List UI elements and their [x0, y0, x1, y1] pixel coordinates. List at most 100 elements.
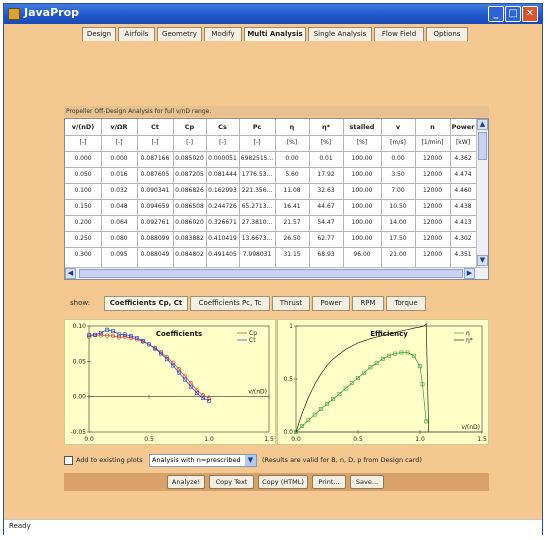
table-cell: 4.362: [454, 155, 472, 162]
table-cell: 0.087205: [175, 171, 204, 178]
row-divider: [65, 167, 476, 168]
column-divider: [173, 119, 174, 267]
plot-tab-thrust[interactable]: Thrust: [272, 296, 310, 311]
horizontal-scroll-thumb[interactable]: [79, 269, 463, 278]
table-cell: 0.300: [74, 251, 92, 258]
unit-cell: [-]: [186, 139, 193, 146]
status-text: Ready: [9, 522, 31, 530]
plot-tab-rpm[interactable]: RPM: [352, 296, 384, 311]
table-cell: 16.41: [283, 203, 301, 210]
x-tick-label: 1.5: [477, 436, 487, 443]
tab-flow-field[interactable]: Flow Field: [374, 27, 424, 41]
table-cell: 0.080: [110, 235, 128, 242]
scroll-down-icon[interactable]: ▼: [477, 255, 488, 266]
tab-modify[interactable]: Modify: [204, 27, 242, 41]
validity-note: (Results are valid for B, n, D, p from D…: [262, 456, 422, 464]
plot-frame: [88, 325, 270, 433]
minimize-button[interactable]: _: [488, 6, 504, 22]
analysis-mode-select[interactable]: Analysis with n=prescribed ▼: [149, 454, 257, 467]
tab-options[interactable]: Options: [426, 27, 468, 41]
copy-text-button[interactable]: Copy Text: [209, 475, 254, 489]
unit-cell: [%]: [356, 139, 368, 146]
table-cell: 65.2713...: [241, 203, 273, 210]
scroll-up-icon[interactable]: ▲: [477, 119, 488, 130]
table-cell: 0.087166: [140, 155, 170, 162]
scroll-right-icon[interactable]: ▶: [464, 268, 475, 279]
table-cell: 100.00: [351, 155, 373, 162]
plot-tab-pc-tc[interactable]: Coefficients Pc, Tc: [190, 296, 270, 311]
efficiency-chart: 0.0 0.5 1.0 1.5 1 0.5 0.0 Efficiency v/(nD) η η*: [277, 319, 489, 445]
table-cell: 21.00: [389, 251, 407, 258]
table-cell: 32.63: [317, 187, 335, 194]
plot-tab-torque[interactable]: Torque: [386, 296, 426, 311]
table-cell: 62.77: [317, 235, 335, 242]
table-cell: 1776.53...: [241, 171, 273, 178]
table-cell: 0.016: [110, 171, 128, 178]
add-to-plots-checkbox[interactable]: [64, 456, 73, 465]
table-cell: 0.326671: [208, 219, 237, 226]
unit-cell: [1/min]: [421, 139, 444, 146]
tab-geometry[interactable]: Geometry: [157, 27, 202, 41]
tab-airfoils[interactable]: Airfoils: [118, 27, 155, 41]
table-cell: 0.095: [110, 251, 128, 258]
table-cell: 100.00: [351, 187, 373, 194]
table-cell: 4.413: [454, 219, 472, 226]
table-cell: 0.050: [74, 171, 92, 178]
table-cell: 12000: [422, 155, 443, 162]
table-cell: 0.250: [74, 235, 92, 242]
plot-tab-power[interactable]: Power: [312, 296, 350, 311]
tab-multi-analysis[interactable]: Multi Analysis: [244, 27, 306, 41]
column-divider: [275, 119, 276, 267]
chevron-down-icon[interactable]: ▼: [245, 455, 256, 466]
status-bar: Ready: [4, 519, 542, 535]
table-cell: 4.351: [454, 251, 472, 258]
x-axis-label: v/(nD): [461, 424, 480, 431]
action-button-bar: Analyze! Copy Text Copy (HTML) Print... …: [64, 473, 489, 491]
table-cell: 17.50: [389, 235, 407, 242]
table-cell: 4.474: [454, 171, 472, 178]
unit-cell: [%]: [286, 139, 298, 146]
multi-analysis-panel: Propeller Off-Design Analysis for full v…: [4, 41, 542, 519]
tab-single-analysis[interactable]: Single Analysis: [308, 27, 372, 41]
table-cell: 100.00: [351, 235, 373, 242]
row-divider: [65, 135, 476, 136]
table-cell: 12000: [422, 203, 443, 210]
y-tick-label: -0.05: [70, 429, 86, 436]
column-divider: [381, 119, 382, 267]
table-cell: 0.092761: [140, 219, 170, 226]
tab-design[interactable]: Design: [82, 27, 116, 41]
table-cell: 100.00: [351, 171, 373, 178]
row-divider: [65, 183, 476, 184]
series-line-η: [295, 352, 427, 433]
table-cell: 0.081444: [208, 171, 237, 178]
vertical-scroll-thumb[interactable]: [478, 132, 487, 160]
y-tick-label: 0.00: [73, 394, 87, 401]
table-cell: 0.410419: [208, 235, 237, 242]
table-cell: 10.50: [389, 203, 407, 210]
column-divider: [450, 119, 451, 267]
title-bar[interactable]: JavaProp _ □ ✕: [4, 4, 542, 24]
table-cell: 6982515...: [240, 155, 274, 162]
results-table[interactable]: v/(nD) v/ΩR Ct Cp Cs Pc η η* stalled v n Power [-] [-…: [64, 118, 489, 280]
y-tick-label: 1: [289, 323, 293, 330]
column-header: stalled: [349, 123, 375, 131]
unit-cell: [kW]: [455, 139, 471, 146]
print-button[interactable]: Print...: [312, 475, 346, 489]
horizontal-scrollbar[interactable]: ◀ ▶: [65, 267, 488, 279]
vertical-scrollbar[interactable]: ▲ ▼: [476, 119, 488, 267]
table-cell: 0.000: [74, 155, 92, 162]
close-button[interactable]: ✕: [522, 6, 538, 22]
table-cell: 0.00: [285, 155, 299, 162]
row-divider: [65, 215, 476, 216]
copy-html-button[interactable]: Copy (HTML): [258, 475, 308, 489]
analyze-button[interactable]: Analyze!: [167, 475, 205, 489]
table-cell: 17.92: [317, 171, 335, 178]
table-cell: 0.000051: [208, 155, 237, 162]
table-cell: 7.00: [391, 187, 405, 194]
table-cell: 0.162993: [208, 187, 237, 194]
save-button[interactable]: Save...: [350, 475, 384, 489]
maximize-button[interactable]: □: [505, 6, 521, 22]
scroll-left-icon[interactable]: ◀: [65, 268, 76, 279]
plot-tab-cp-ct[interactable]: Coefficients Cp, Ct: [104, 296, 188, 311]
y-tick-label: 0.05: [73, 358, 87, 365]
